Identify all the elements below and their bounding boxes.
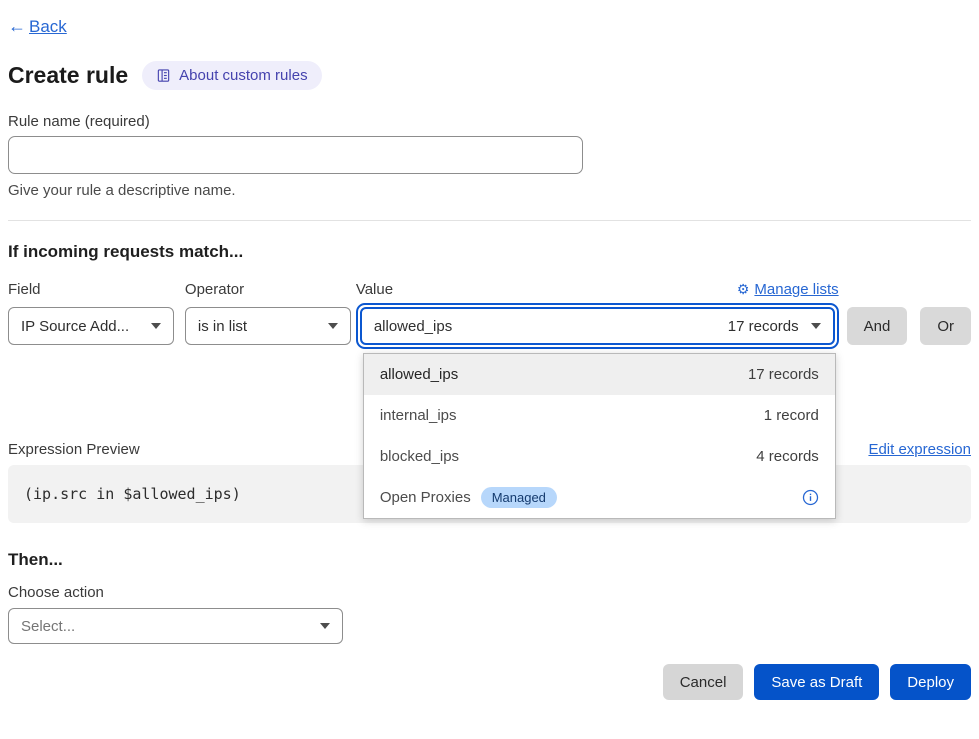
about-pill-label: About custom rules — [179, 67, 307, 84]
field-label: Field — [8, 281, 41, 298]
list-item-name: internal_ips — [380, 407, 457, 424]
rule-name-label: Rule name (required) — [8, 113, 971, 130]
list-item-records: 4 records — [756, 448, 819, 465]
or-button[interactable]: Or — [920, 307, 971, 345]
back-link-label: Back — [29, 17, 67, 37]
value-select[interactable]: allowed_ips 17 records — [360, 307, 835, 345]
list-item-records: 1 record — [764, 407, 819, 424]
manage-lists-label: Manage lists — [754, 281, 838, 298]
chevron-down-icon — [328, 323, 338, 329]
field-select-value: IP Source Add... — [21, 318, 129, 335]
info-icon[interactable] — [802, 489, 819, 506]
value-label: Value — [356, 281, 393, 298]
list-item-internal-ips[interactable]: internal_ips 1 record — [364, 395, 835, 436]
list-item-allowed-ips[interactable]: allowed_ips 17 records — [364, 354, 835, 395]
list-item-name: blocked_ips — [380, 448, 459, 465]
value-select-value: allowed_ips — [374, 318, 452, 335]
expression-preview-label: Expression Preview — [8, 441, 140, 458]
chevron-down-icon — [811, 323, 821, 329]
save-as-draft-button[interactable]: Save as Draft — [754, 664, 879, 700]
choose-action-label: Choose action — [8, 584, 971, 601]
chevron-down-icon — [151, 323, 161, 329]
and-button[interactable]: And — [847, 307, 908, 345]
footer-actions: Cancel Save as Draft Deploy — [8, 664, 971, 700]
expression-code: (ip.src in $allowed_ips) — [24, 485, 241, 503]
list-item-records: 17 records — [748, 366, 819, 383]
about-custom-rules-link[interactable]: About custom rules — [142, 61, 321, 90]
chevron-down-icon — [320, 623, 330, 629]
page-title: Create rule — [8, 62, 128, 89]
field-select[interactable]: IP Source Add... — [8, 307, 174, 345]
create-rule-page: ←Back Create rule About custom rules Rul… — [0, 0, 979, 700]
header: Create rule About custom rules — [8, 61, 971, 90]
list-item-name: allowed_ips — [380, 366, 458, 383]
operator-select-value: is in list — [198, 318, 247, 335]
value-select-meta: 17 records — [728, 318, 799, 335]
list-item-name: Open Proxies — [380, 489, 471, 506]
manage-lists-link[interactable]: ⚙Manage lists — [737, 281, 839, 298]
value-select-focus-ring: allowed_ips 17 records allowed_ips 17 re… — [356, 303, 839, 349]
edit-expression-link[interactable]: Edit expression — [868, 441, 971, 458]
list-item-open-proxies[interactable]: Open Proxies Managed — [364, 477, 835, 518]
match-controls-row: Field IP Source Add... Operator is in li… — [8, 279, 971, 349]
deploy-button[interactable]: Deploy — [890, 664, 971, 700]
operator-column: Operator is in list — [185, 279, 351, 345]
operator-select[interactable]: is in list — [185, 307, 351, 345]
back-link[interactable]: ←Back — [8, 16, 67, 37]
managed-badge: Managed — [481, 487, 557, 508]
lists-dropdown-panel: allowed_ips 17 records internal_ips 1 re… — [363, 353, 836, 519]
rule-name-input[interactable] — [8, 136, 583, 174]
value-column: Value ⚙Manage lists allowed_ips 17 recor… — [356, 279, 839, 349]
then-section-heading: Then... — [8, 550, 971, 570]
gear-icon: ⚙ — [737, 281, 750, 298]
match-section-heading: If incoming requests match... — [8, 242, 971, 262]
cancel-button[interactable]: Cancel — [663, 664, 744, 700]
rule-name-helper: Give your rule a descriptive name. — [8, 182, 971, 199]
field-column: Field IP Source Add... — [8, 279, 174, 345]
left-arrow-icon: ← — [8, 16, 26, 37]
list-item-blocked-ips[interactable]: blocked_ips 4 records — [364, 436, 835, 477]
section-divider — [8, 220, 971, 221]
operator-label: Operator — [185, 281, 244, 298]
action-select[interactable]: Select... — [8, 608, 343, 644]
book-icon — [156, 68, 171, 83]
action-select-placeholder: Select... — [21, 618, 75, 635]
